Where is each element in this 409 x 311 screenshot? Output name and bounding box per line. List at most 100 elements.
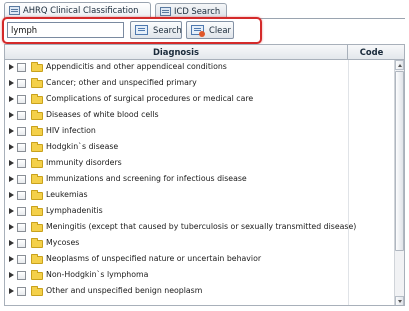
- search-input[interactable]: [7, 22, 124, 38]
- tree-row[interactable]: Complications of surgical procedures or …: [5, 92, 394, 108]
- expand-arrow-icon[interactable]: [9, 176, 14, 182]
- search-button[interactable]: Search: [130, 21, 182, 39]
- search-button-label: Search: [153, 25, 182, 35]
- expand-arrow-icon[interactable]: [9, 192, 14, 198]
- tab-icd-search[interactable]: ICD Search: [155, 3, 227, 18]
- column-header-code[interactable]: Code: [348, 45, 395, 59]
- scroll-down-button[interactable]: [395, 296, 404, 305]
- clear-mark-icon: [199, 31, 205, 37]
- folder-icon: [31, 110, 43, 120]
- expand-arrow-icon[interactable]: [9, 128, 14, 134]
- folder-icon: [31, 254, 43, 264]
- diagnosis-label: Diseases of white blood cells: [46, 110, 159, 119]
- tree-row[interactable]: Neoplasms of unspecified nature or uncer…: [5, 252, 394, 268]
- search-toolbar: Search Clear: [2, 17, 262, 44]
- expand-arrow-icon[interactable]: [9, 64, 14, 70]
- diagnosis-label: Immunity disorders: [46, 158, 122, 167]
- diagnosis-grid: Diagnosis Code Appendicitis and other ap…: [4, 44, 405, 306]
- row-checkbox[interactable]: [17, 63, 26, 72]
- tree-row[interactable]: Leukemias: [5, 188, 394, 204]
- folder-icon: [31, 158, 43, 168]
- scroll-thumb[interactable]: [395, 71, 404, 251]
- row-checkbox[interactable]: [17, 271, 26, 280]
- folder-icon: [31, 286, 43, 296]
- tree-row[interactable]: Diseases of white blood cells: [5, 108, 394, 124]
- folder-icon: [31, 270, 43, 280]
- expand-arrow-icon[interactable]: [9, 240, 14, 246]
- diagnosis-label: Meningitis (except that caused by tuberc…: [46, 222, 357, 231]
- grid-header: Diagnosis Code: [5, 45, 404, 60]
- row-checkbox[interactable]: [17, 95, 26, 104]
- arrow-down-icon: [397, 300, 402, 303]
- expand-arrow-icon[interactable]: [9, 272, 14, 278]
- tree-row[interactable]: Immunity disorders: [5, 156, 394, 172]
- folder-icon: [31, 206, 43, 216]
- expand-arrow-icon[interactable]: [9, 96, 14, 102]
- list-icon: [9, 6, 20, 15]
- tree-row[interactable]: Meningitis (except that caused by tuberc…: [5, 220, 394, 236]
- expand-arrow-icon[interactable]: [9, 144, 14, 150]
- column-header-diagnosis[interactable]: Diagnosis: [5, 45, 348, 59]
- row-checkbox[interactable]: [17, 79, 26, 88]
- diagnosis-label: Leukemias: [46, 190, 88, 199]
- expand-arrow-icon[interactable]: [9, 80, 14, 86]
- vertical-scrollbar[interactable]: [394, 60, 404, 305]
- diagnosis-label: Lymphadenitis: [46, 206, 103, 215]
- tree-row[interactable]: Hodgkin`s disease: [5, 140, 394, 156]
- folder-icon: [31, 190, 43, 200]
- clear-icon: [191, 25, 205, 37]
- tree-row[interactable]: Cancer; other and unspecified primary: [5, 76, 394, 92]
- folder-icon: [31, 142, 43, 152]
- clear-button-label: Clear: [209, 25, 231, 35]
- row-checkbox[interactable]: [17, 159, 26, 168]
- diagnosis-label: Appendicitis and other appendiceal condi…: [46, 62, 227, 71]
- row-checkbox[interactable]: [17, 223, 26, 232]
- tab-label: ICD Search: [174, 6, 221, 16]
- row-checkbox[interactable]: [17, 143, 26, 152]
- expand-arrow-icon[interactable]: [9, 112, 14, 118]
- expand-arrow-icon[interactable]: [9, 208, 14, 214]
- diagnosis-label: Immunizations and screening for infectio…: [46, 174, 247, 183]
- expand-arrow-icon[interactable]: [9, 256, 14, 262]
- row-checkbox[interactable]: [17, 239, 26, 248]
- row-checkbox[interactable]: [17, 191, 26, 200]
- expand-arrow-icon[interactable]: [9, 160, 14, 166]
- row-checkbox[interactable]: [17, 111, 26, 120]
- list-icon: [160, 7, 171, 16]
- tree-row[interactable]: Non-Hodgkin`s lymphoma: [5, 268, 394, 284]
- diagnosis-label: Neoplasms of unspecified nature or uncer…: [46, 254, 262, 263]
- row-checkbox[interactable]: [17, 127, 26, 136]
- diagnosis-label: Cancer; other and unspecified primary: [46, 78, 197, 87]
- diagnosis-label: Complications of surgical procedures or …: [46, 94, 254, 103]
- folder-icon: [31, 222, 43, 232]
- tree-row[interactable]: Other and unspecified benign neoplasm: [5, 284, 394, 300]
- tree-row[interactable]: Immunizations and screening for infectio…: [5, 172, 394, 188]
- clear-button[interactable]: Clear: [186, 21, 234, 39]
- folder-icon: [31, 78, 43, 88]
- diagnosis-label: HIV infection: [46, 126, 96, 135]
- tree-row[interactable]: Appendicitis and other appendiceal condi…: [5, 60, 394, 76]
- row-checkbox[interactable]: [17, 207, 26, 216]
- diagnosis-label: Other and unspecified benign neoplasm: [46, 286, 203, 295]
- expand-arrow-icon[interactable]: [9, 288, 14, 294]
- grid-rows: Appendicitis and other appendiceal condi…: [5, 60, 394, 305]
- diagnosis-label: Mycoses: [46, 238, 80, 247]
- expand-arrow-icon[interactable]: [9, 224, 14, 230]
- tree-row[interactable]: Mycoses: [5, 236, 394, 252]
- diagnosis-label: Hodgkin`s disease: [46, 142, 119, 151]
- row-checkbox[interactable]: [17, 255, 26, 264]
- tree-row[interactable]: Lymphadenitis: [5, 204, 394, 220]
- folder-icon: [31, 126, 43, 136]
- diagnosis-label: Non-Hodgkin`s lymphoma: [46, 270, 149, 279]
- folder-icon: [31, 238, 43, 248]
- search-icon: [135, 25, 148, 35]
- row-checkbox[interactable]: [17, 287, 26, 296]
- folder-icon: [31, 94, 43, 104]
- tree-row[interactable]: HIV infection: [5, 124, 394, 140]
- folder-icon: [31, 62, 43, 72]
- scroll-up-button[interactable]: [395, 60, 404, 70]
- tab-label: AHRQ Clinical Classification: [23, 5, 139, 15]
- arrow-up-icon: [397, 64, 402, 67]
- folder-icon: [31, 174, 43, 184]
- row-checkbox[interactable]: [17, 175, 26, 184]
